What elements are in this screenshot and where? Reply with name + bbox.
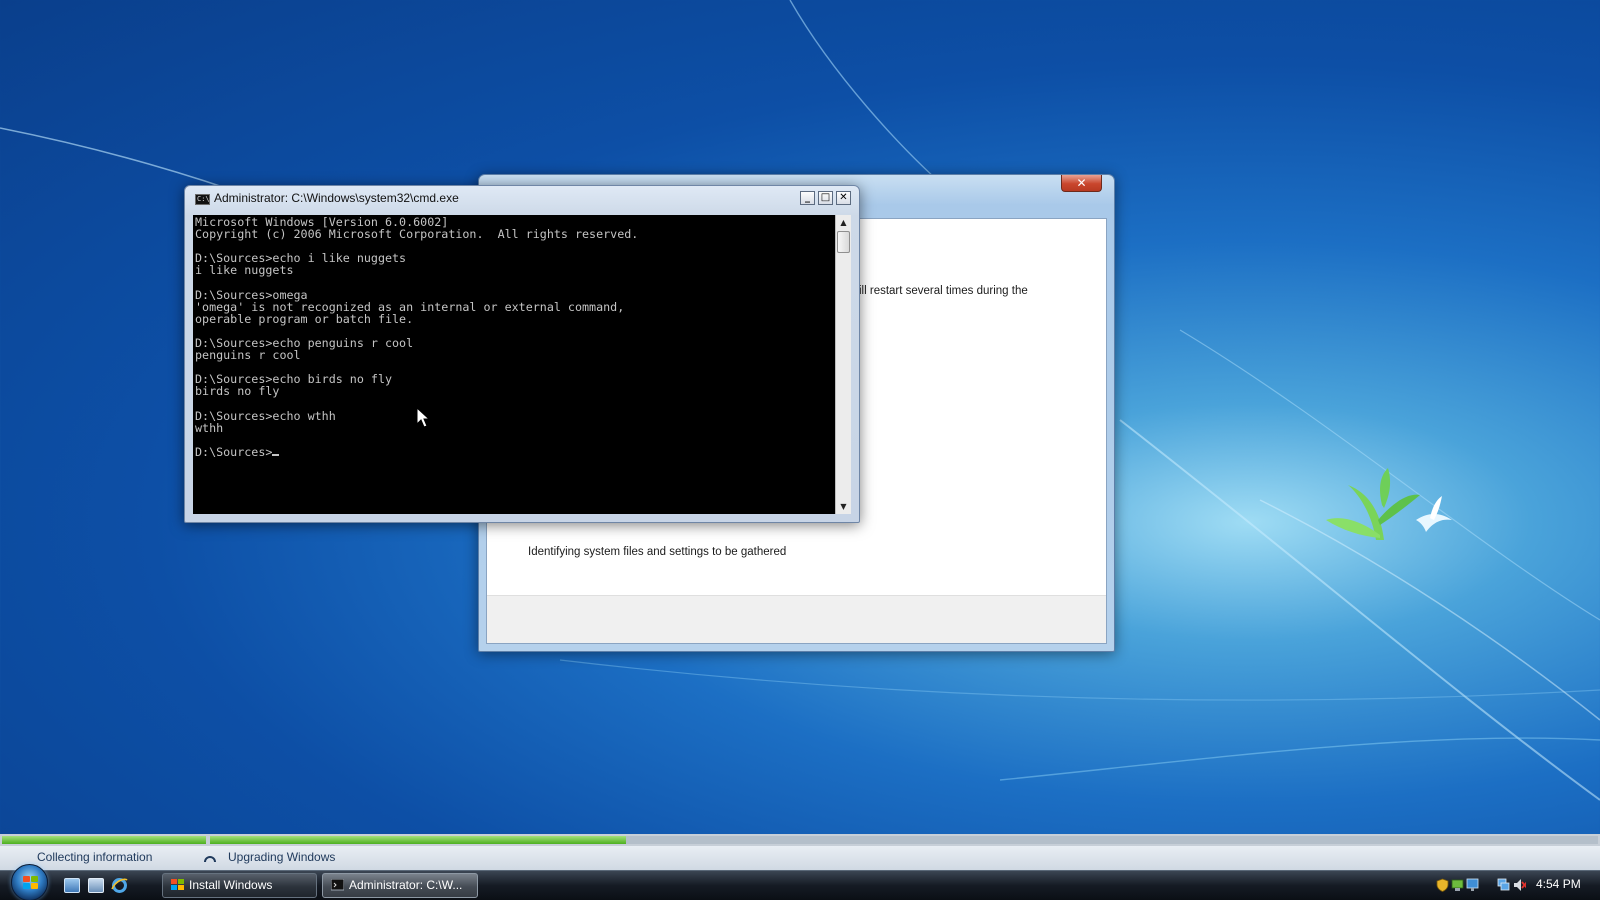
cmd-titlebar[interactable]: C:\ Administrator: C:\Windows\system32\c… xyxy=(185,186,859,212)
stage-label-upgrading: Upgrading Windows xyxy=(228,850,336,864)
taskbar-button-install-windows[interactable]: Install Windows xyxy=(162,873,317,898)
terminal-line: D:\Sources>echo birds no fly xyxy=(195,372,393,387)
mouse-pointer-icon xyxy=(416,407,430,428)
terminal-output[interactable]: Microsoft Windows [Version 6.0.6002] Copy… xyxy=(193,215,835,514)
terminal-line: 'omega' is not recognized as an internal… xyxy=(195,299,625,314)
terminal-line: penguins r cool xyxy=(195,348,301,363)
windows-logo-icon xyxy=(23,876,38,889)
cmd-window[interactable]: C:\ Administrator: C:\Windows\system32\c… xyxy=(184,185,860,523)
maximize-button[interactable]: □ xyxy=(818,191,833,205)
security-shield-icon[interactable] xyxy=(1436,878,1449,892)
setup-app-icon xyxy=(171,879,184,890)
network-icon[interactable] xyxy=(1497,878,1510,892)
setup-progress-bar xyxy=(0,834,1600,846)
display-icon[interactable] xyxy=(1466,878,1479,892)
setup-restart-note: ill restart several times during the xyxy=(859,285,1028,297)
terminal-line: operable program or batch file. xyxy=(195,311,414,326)
setup-status-text: Identifying system files and settings to… xyxy=(528,546,787,558)
scroll-up-arrow-icon[interactable]: ▲ xyxy=(836,215,851,230)
start-button[interactable] xyxy=(11,864,48,900)
terminal-prompt-line[interactable]: D:\Sources> xyxy=(195,446,833,458)
setup-footer xyxy=(487,595,1106,643)
vertical-scrollbar[interactable]: ▲ ▼ xyxy=(835,215,851,514)
internet-explorer-icon[interactable] xyxy=(111,877,128,894)
close-button[interactable]: ✕ xyxy=(836,191,851,205)
cmd-app-icon: C:\ xyxy=(195,194,210,205)
stage-progress-fill xyxy=(210,836,626,844)
terminal-line: D:\Sources>echo wthh xyxy=(195,408,336,423)
volume-muted-icon[interactable] xyxy=(1513,878,1526,892)
setup-close-button[interactable]: ✕ xyxy=(1061,175,1102,192)
taskbar-clock[interactable]: 4:54 PM xyxy=(1536,877,1581,891)
taskbar-button-label: Administrator: C:\W... xyxy=(349,878,463,892)
cmd-window-title: Administrator: C:\Windows\system32\cmd.e… xyxy=(214,191,459,205)
leaf-sprout-icon xyxy=(1326,468,1420,540)
taskbar-button-label: Install Windows xyxy=(189,878,273,892)
terminal-line: wthh xyxy=(195,420,224,435)
text-caret xyxy=(272,453,280,456)
terminal-line: D:\Sources>omega xyxy=(195,287,308,302)
show-desktop-icon[interactable] xyxy=(64,878,80,893)
setup-stage-labels: Collecting information Upgrading Windows xyxy=(0,846,1600,870)
terminal-prompt: D:\Sources> xyxy=(195,444,273,459)
window-switcher-icon[interactable] xyxy=(88,878,104,893)
network-status-icon[interactable] xyxy=(1451,878,1464,892)
taskbar-button-cmd[interactable]: Administrator: C:\W... xyxy=(322,873,478,898)
minimize-button[interactable]: _ xyxy=(800,191,815,205)
stage-progress-fill xyxy=(2,836,206,844)
terminal-line: i like nuggets xyxy=(195,263,294,278)
scroll-thumb[interactable] xyxy=(837,231,850,253)
stage-label-collecting: Collecting information xyxy=(37,850,153,864)
scroll-down-arrow-icon[interactable]: ▼ xyxy=(836,499,851,514)
terminal-line: Copyright (c) 2006 Microsoft Corporation… xyxy=(195,227,639,242)
progress-spinner-icon xyxy=(204,856,216,863)
cmd-app-icon xyxy=(331,879,344,891)
terminal-line: birds no fly xyxy=(195,384,280,399)
